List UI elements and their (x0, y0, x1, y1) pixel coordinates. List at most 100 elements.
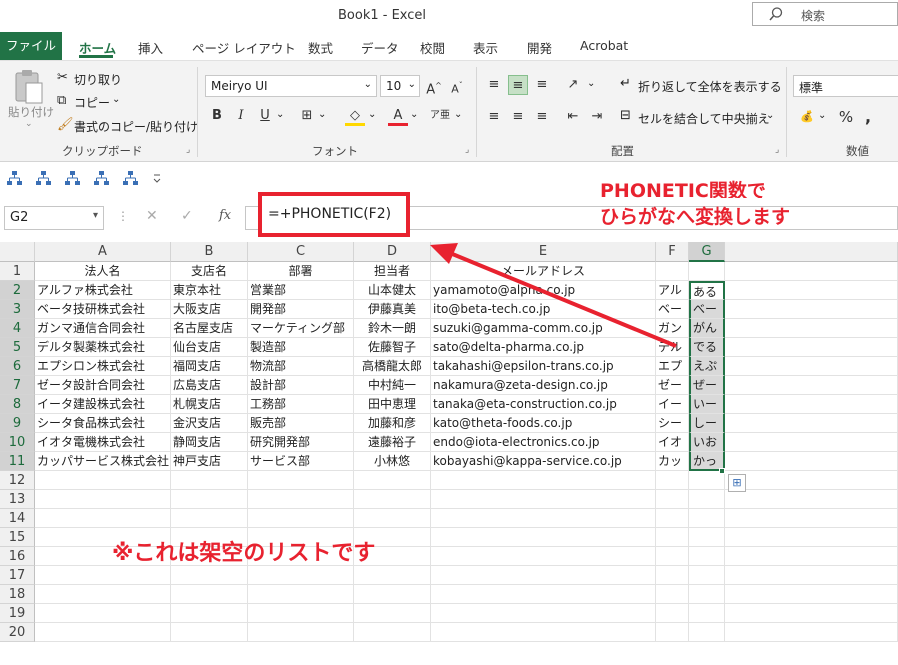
row-header[interactable]: 8 (0, 395, 35, 414)
align-center-icon[interactable]: ≡ (508, 107, 528, 127)
cell[interactable] (725, 547, 898, 566)
percent-icon[interactable]: % (836, 107, 856, 127)
shrink-font-icon[interactable]: Aˇ (447, 76, 467, 96)
currency-icon[interactable]: 💰 (797, 107, 817, 127)
cell[interactable] (689, 566, 725, 585)
data-cell[interactable]: シー (656, 414, 689, 433)
cell[interactable] (248, 471, 354, 490)
tab-insert[interactable]: 挿入 (138, 38, 163, 57)
grow-font-icon[interactable]: A^ (424, 76, 444, 97)
cell[interactable] (725, 376, 898, 395)
data-cell[interactable]: 札幌支店 (171, 395, 248, 414)
bold-icon[interactable]: B (207, 106, 227, 126)
cell[interactable] (354, 566, 431, 585)
data-cell[interactable]: 高橋龍太郎 (354, 357, 431, 376)
cell[interactable] (171, 623, 248, 642)
font-size-select[interactable]: 10 ⌄ (380, 75, 420, 97)
borders-icon[interactable]: ⊞ (297, 106, 317, 126)
tab-file[interactable]: ファイル (0, 32, 62, 60)
data-cell[interactable]: べー (689, 300, 725, 319)
data-cell[interactable]: nakamura@zeta-design.co.jp (431, 376, 656, 395)
data-cell[interactable]: いお (689, 433, 725, 452)
row-header[interactable]: 17 (0, 566, 35, 585)
data-cell[interactable]: 仙台支店 (171, 338, 248, 357)
row-header[interactable]: 6 (0, 357, 35, 376)
cell[interactable] (725, 338, 898, 357)
cell[interactable] (354, 471, 431, 490)
cell[interactable] (689, 547, 725, 566)
paste-button[interactable] (10, 69, 46, 109)
font-name-select[interactable]: Meiryo UI ⌄ (205, 75, 377, 97)
copy-button[interactable]: コピー (74, 94, 110, 111)
header-cell[interactable]: 担当者 (354, 262, 431, 281)
cell[interactable] (656, 509, 689, 528)
data-cell[interactable]: エプ (656, 357, 689, 376)
data-cell[interactable]: イオタ電機株式会社 (35, 433, 171, 452)
data-cell[interactable]: kobayashi@kappa-service.co.jp (431, 452, 656, 471)
data-cell[interactable]: サービス部 (248, 452, 354, 471)
data-cell[interactable]: 福岡支店 (171, 357, 248, 376)
align-bottom-icon[interactable]: ≡ (532, 75, 552, 95)
cell[interactable] (248, 490, 354, 509)
cell[interactable] (725, 300, 898, 319)
align-left-icon[interactable]: ≡ (484, 107, 504, 127)
formula-input[interactable]: =+PHONETIC(F2) (258, 192, 410, 237)
cell[interactable] (171, 566, 248, 585)
column-header-b[interactable]: B (171, 242, 248, 262)
data-cell[interactable]: 遠藤裕子 (354, 433, 431, 452)
search-box[interactable]: 検索 (752, 2, 898, 26)
row-header[interactable]: 16 (0, 547, 35, 566)
data-cell[interactable]: デル (656, 338, 689, 357)
fill-color-icon[interactable]: ◇ (345, 106, 365, 126)
data-cell[interactable]: 小林悠 (354, 452, 431, 471)
data-cell[interactable]: ベー (656, 300, 689, 319)
cell[interactable] (725, 471, 898, 490)
cell[interactable] (248, 604, 354, 623)
data-cell[interactable]: しー (689, 414, 725, 433)
cell[interactable] (248, 509, 354, 528)
merge-center-button[interactable]: セルを結合して中央揃え (638, 110, 770, 127)
column-header-f[interactable]: F (656, 242, 689, 262)
cell[interactable] (431, 509, 656, 528)
data-cell[interactable]: 田中恵理 (354, 395, 431, 414)
cell[interactable] (725, 414, 898, 433)
cell[interactable] (354, 623, 431, 642)
data-cell[interactable]: sato@delta-pharma.co.jp (431, 338, 656, 357)
cell[interactable] (725, 566, 898, 585)
data-cell[interactable]: suzuki@gamma-comm.co.jp (431, 319, 656, 338)
decrease-indent-icon[interactable]: ⇤ (563, 107, 583, 127)
row-header[interactable]: 9 (0, 414, 35, 433)
insert-function-button[interactable]: fx (219, 208, 231, 223)
cell[interactable] (689, 623, 725, 642)
data-cell[interactable]: がん (689, 319, 725, 338)
cell[interactable] (35, 490, 171, 509)
dialog-launcher-icon[interactable]: ⌟ (465, 145, 469, 155)
underline-icon[interactable]: U (255, 106, 275, 126)
cell[interactable] (35, 585, 171, 604)
cell[interactable] (725, 452, 898, 471)
data-cell[interactable]: 中村純一 (354, 376, 431, 395)
fill-handle[interactable] (719, 468, 725, 474)
row-header[interactable]: 4 (0, 319, 35, 338)
data-cell[interactable]: 山本健太 (354, 281, 431, 300)
cell[interactable] (248, 623, 354, 642)
row-header[interactable]: 20 (0, 623, 35, 642)
data-cell[interactable]: 金沢支店 (171, 414, 248, 433)
data-cell[interactable]: 大阪支店 (171, 300, 248, 319)
data-cell[interactable]: takahashi@epsilon-trans.co.jp (431, 357, 656, 376)
data-cell[interactable]: 開発部 (248, 300, 354, 319)
cell[interactable] (35, 623, 171, 642)
cell[interactable] (354, 509, 431, 528)
quick-analysis-icon[interactable]: ⊞ (728, 474, 746, 492)
cell[interactable] (656, 604, 689, 623)
data-cell[interactable]: マーケティング部 (248, 319, 354, 338)
cell[interactable] (656, 528, 689, 547)
data-cell[interactable]: いー (689, 395, 725, 414)
column-header-g[interactable]: G (689, 242, 725, 262)
select-all-corner[interactable] (0, 242, 35, 262)
cell[interactable] (725, 281, 898, 300)
header-cell[interactable]: 部署 (248, 262, 354, 281)
row-header[interactable]: 11 (0, 452, 35, 471)
tab-acrobat[interactable]: Acrobat (580, 38, 628, 53)
cell[interactable] (171, 509, 248, 528)
